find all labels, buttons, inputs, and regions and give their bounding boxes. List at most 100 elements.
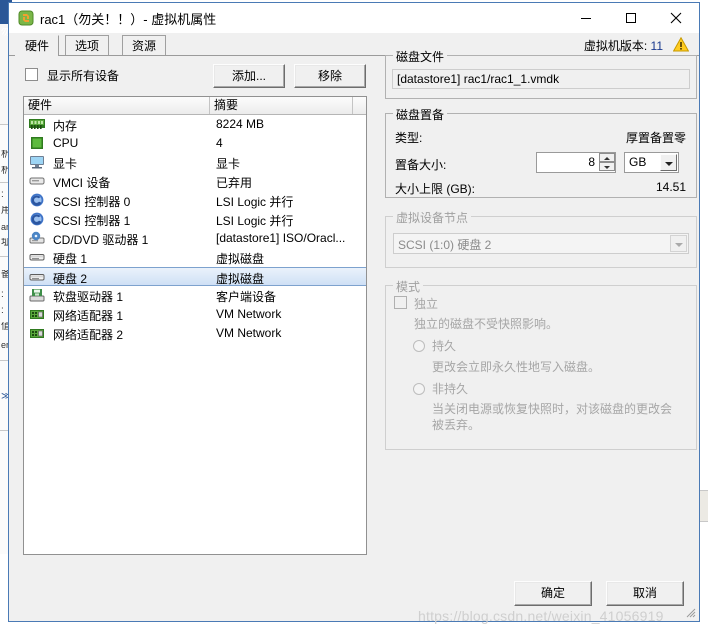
provisioning-type-label: 类型: xyxy=(395,131,423,145)
hardware-row-name: CD/DVD 驱动器 1 xyxy=(53,233,149,247)
size-unit-value: GB xyxy=(629,155,647,169)
disk-provisioning-group: 磁盘置备 类型: 厚置备置零 置备大小: 8 GB 大小上限 (GB): 14.… xyxy=(385,106,697,198)
warning-icon[interactable] xyxy=(672,36,690,52)
show-all-devices-label: 显示所有设备 xyxy=(47,69,120,83)
provisioned-size-value: 8 xyxy=(588,155,595,169)
hard-disk-icon xyxy=(29,270,45,285)
max-size-label: 大小上限 (GB): xyxy=(395,182,475,196)
disk-file-legend: 磁盘文件 xyxy=(393,48,448,65)
persistent-label: 持久 xyxy=(432,339,457,353)
stepper-down-button[interactable] xyxy=(599,162,615,171)
network-adapter-icon xyxy=(29,307,45,322)
hardware-row-10[interactable]: 网络适配器 1 VM Network xyxy=(24,305,366,324)
disk-file-value[interactable]: [datastore1] rac1/rac1_1.vmdk xyxy=(392,69,690,89)
nonpersistent-description: 当关闭电源或恢复快照时，对该磁盘的更改会被丢弃。 xyxy=(432,402,673,432)
hardware-row-summary: 客户端设备 xyxy=(216,290,277,304)
hardware-row-name: 硬盘 2 xyxy=(53,272,88,286)
hardware-row-summary: LSI Logic 并行 xyxy=(216,195,294,209)
cancel-button[interactable]: 取消 xyxy=(606,581,684,606)
disk-mode-legend: 模式 xyxy=(393,278,424,295)
independent-description: 独立的磁盘不受快照影响。 xyxy=(414,317,559,331)
cpu-icon xyxy=(29,136,45,151)
hardware-row-2[interactable]: 显卡 显卡 xyxy=(24,153,366,172)
vm-version-value: 11 xyxy=(650,39,663,53)
disk-provisioning-legend: 磁盘置备 xyxy=(393,106,448,123)
max-size-value: 14.51 xyxy=(655,180,686,194)
hardware-row-summary: LSI Logic 并行 xyxy=(216,214,294,228)
tab-options-label: 选项 xyxy=(75,39,100,53)
hardware-row-name: 硬盘 1 xyxy=(53,252,88,266)
stepper-buttons[interactable] xyxy=(599,153,615,172)
hardware-row-summary: 虚拟磁盘 xyxy=(216,272,265,286)
tab-strip: 硬件 选项 资源 虚拟机版本: 11 xyxy=(9,33,699,57)
nonpersistent-radio xyxy=(413,383,425,395)
size-unit-select[interactable]: GB xyxy=(624,152,679,173)
virtual-device-node-legend: 虚拟设备节点 xyxy=(393,209,472,226)
title-bar: rac1（勿关！！）- 虚拟机属性 xyxy=(9,3,699,34)
hardware-list-header: 硬件 摘要 xyxy=(24,97,366,115)
hardware-row-0[interactable]: 内存 8224 MB xyxy=(24,115,366,134)
column-header-hardware[interactable]: 硬件 xyxy=(24,97,210,114)
cd-dvd-drive-icon xyxy=(29,231,45,246)
hardware-row-name: 显卡 xyxy=(53,157,78,171)
persistent-radio xyxy=(413,340,425,352)
scsi-controller-icon xyxy=(29,193,45,208)
resize-grip-icon[interactable] xyxy=(682,604,696,618)
show-all-devices-checkbox[interactable] xyxy=(25,68,38,81)
watermark: https://blog.csdn.net/weixin_41056919 xyxy=(418,608,664,624)
hard-disk-icon xyxy=(29,250,45,265)
hardware-row-9[interactable]: 软盘驱动器 1 客户端设备 xyxy=(24,286,366,305)
stepper-up-button[interactable] xyxy=(599,153,615,162)
hardware-row-8[interactable]: 硬盘 2 虚拟磁盘 xyxy=(24,267,366,286)
hardware-row-name: CPU xyxy=(53,136,79,150)
hardware-row-5[interactable]: SCSI 控制器 1 LSI Logic 并行 xyxy=(24,210,366,229)
hardware-row-summary: VM Network xyxy=(216,326,282,340)
independent-label: 独立 xyxy=(414,297,439,311)
disk-mode-group: 模式 独立 独立的磁盘不受快照影响。 持久 更改会立即永久性地写入磁盘。 非持久… xyxy=(385,278,697,450)
virtual-device-node-select: SCSI (1:0) 硬盘 2 xyxy=(393,233,689,254)
maximize-button[interactable] xyxy=(608,3,653,32)
hardware-row-name: 网络适配器 2 xyxy=(53,328,124,342)
tab-hardware-label: 硬件 xyxy=(25,39,50,53)
vm-version-indicator: 虚拟机版本: 11 xyxy=(584,37,663,54)
hardware-row-name: SCSI 控制器 0 xyxy=(53,195,131,209)
hardware-list[interactable]: 硬件 摘要 内存 8224 MB CPU 4 显卡 显卡 VMCI 设备 已弃用 SCSI 控制… xyxy=(23,96,367,555)
hardware-row-summary: 4 xyxy=(216,136,223,150)
independent-checkbox xyxy=(394,296,407,309)
minimize-button[interactable] xyxy=(563,3,608,32)
chevron-down-icon[interactable] xyxy=(660,154,677,171)
hardware-row-6[interactable]: CD/DVD 驱动器 1 [datastore1] ISO/Oracl... xyxy=(24,229,366,248)
nonpersistent-label: 非持久 xyxy=(432,382,469,396)
tab-options[interactable]: 选项 xyxy=(65,35,110,56)
hardware-row-name: 网络适配器 1 xyxy=(53,309,124,323)
disk-file-group: 磁盘文件 [datastore1] rac1/rac1_1.vmdk xyxy=(385,48,697,99)
provisioned-size-stepper[interactable]: 8 xyxy=(536,152,616,173)
tab-hardware[interactable]: 硬件 xyxy=(15,35,60,57)
vm-version-label: 虚拟机版本: xyxy=(583,39,648,53)
hardware-row-3[interactable]: VMCI 设备 已弃用 xyxy=(24,172,366,191)
provisioning-type-value: 厚置备置零 xyxy=(625,131,686,145)
scsi-controller-icon xyxy=(29,212,45,227)
hardware-row-summary: [datastore1] ISO/Oracl... xyxy=(216,231,346,245)
hardware-row-summary: 8224 MB xyxy=(216,117,265,131)
hardware-row-7[interactable]: 硬盘 1 虚拟磁盘 xyxy=(24,248,366,267)
hardware-row-4[interactable]: SCSI 控制器 0 LSI Logic 并行 xyxy=(24,191,366,210)
hardware-row-name: 内存 xyxy=(53,119,78,133)
hardware-row-1[interactable]: CPU 4 xyxy=(24,134,366,153)
video-card-icon xyxy=(29,155,45,170)
remove-button[interactable]: 移除 xyxy=(294,64,366,88)
vm-properties-icon xyxy=(18,10,34,26)
ok-button[interactable]: 确定 xyxy=(514,581,592,606)
persistent-description: 更改会立即永久性地写入磁盘。 xyxy=(432,360,601,374)
column-header-spacer xyxy=(353,97,366,114)
window-title: rac1（勿关！！）- 虚拟机属性 xyxy=(40,12,217,27)
column-header-summary[interactable]: 摘要 xyxy=(210,97,353,114)
hardware-row-name: 软盘驱动器 1 xyxy=(53,290,124,304)
virtual-device-node-value: SCSI (1:0) 硬盘 2 xyxy=(398,238,492,252)
tab-resources[interactable]: 资源 xyxy=(122,35,167,56)
add-button[interactable]: 添加... xyxy=(213,64,285,88)
footer-divider xyxy=(9,563,699,564)
vmci-device-icon xyxy=(29,174,45,189)
close-button[interactable] xyxy=(653,3,698,32)
hardware-row-11[interactable]: 网络适配器 2 VM Network xyxy=(24,324,366,343)
